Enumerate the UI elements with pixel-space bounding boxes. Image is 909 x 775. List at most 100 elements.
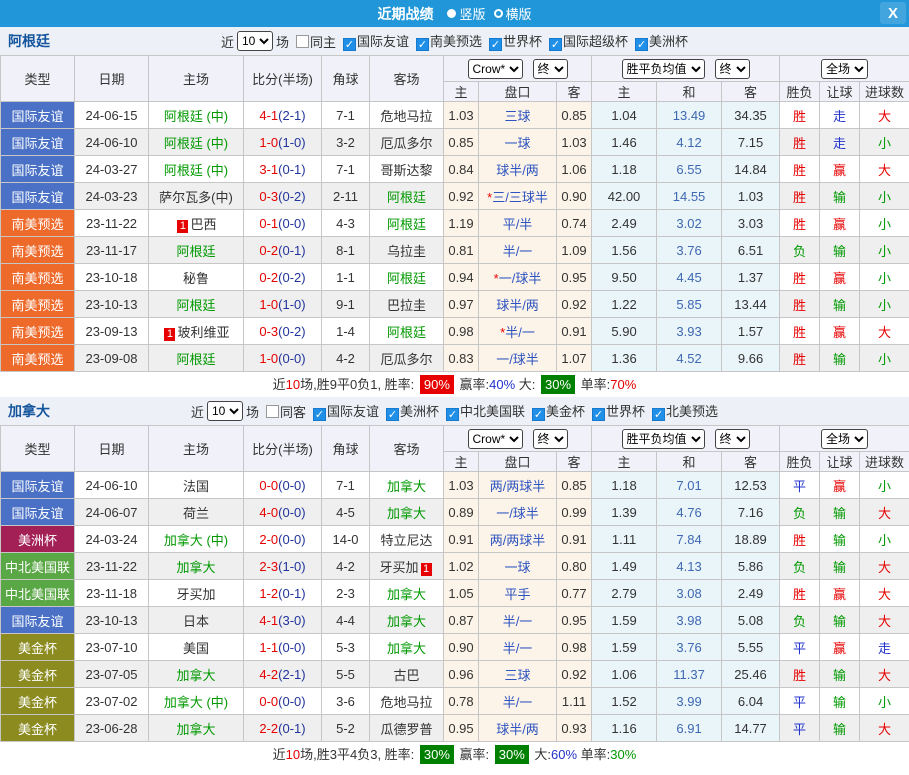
avg-select[interactable]: 胜平负均值 bbox=[622, 59, 705, 79]
league-checkbox-label[interactable]: 世界杯 bbox=[503, 34, 542, 49]
away-odds-cell: 0.95 bbox=[557, 607, 592, 634]
home-odds-cell: 0.83 bbox=[444, 345, 479, 372]
rank-badge: 1 bbox=[177, 220, 188, 233]
col-header-home: 主场 bbox=[149, 56, 244, 102]
recent-count-select[interactable]: 10 bbox=[207, 401, 243, 421]
league-checkbox[interactable]: ✓ bbox=[592, 408, 605, 421]
avg-away-cell: 1.57 bbox=[722, 318, 780, 345]
league-checkbox[interactable]: ✓ bbox=[489, 38, 502, 51]
avg-final-select[interactable]: 终 bbox=[715, 59, 750, 79]
avg-final-select[interactable]: 终 bbox=[715, 429, 750, 449]
league-checkbox[interactable]: ✓ bbox=[386, 408, 399, 421]
result-cell: 胜 bbox=[780, 129, 820, 156]
odds-final-select[interactable]: 终 bbox=[533, 59, 568, 79]
handicap-cell: 三球 bbox=[479, 661, 557, 688]
league-checkbox-label[interactable]: 国际超级杯 bbox=[563, 34, 628, 49]
avg-draw-cell: 4.12 bbox=[657, 129, 722, 156]
league-checkbox[interactable]: ✓ bbox=[652, 408, 665, 421]
date-cell: 24-03-23 bbox=[75, 183, 149, 210]
league-checkbox-label[interactable]: 美洲杯 bbox=[649, 34, 688, 49]
home-odds-cell: 0.85 bbox=[444, 129, 479, 156]
home-odds-cell: 0.94 bbox=[444, 264, 479, 291]
home-odds-cell: 0.98 bbox=[444, 318, 479, 345]
league-checkbox[interactable]: ✓ bbox=[416, 38, 429, 51]
col-header-away: 客场 bbox=[370, 426, 444, 472]
avg-away-cell: 1.37 bbox=[722, 264, 780, 291]
corner-cell: 7-1 bbox=[322, 156, 370, 183]
home-odds-cell: 1.03 bbox=[444, 102, 479, 129]
date-cell: 24-03-27 bbox=[75, 156, 149, 183]
goals-result-cell: 大 bbox=[860, 580, 909, 607]
home-team-cell: 牙买加 bbox=[149, 580, 244, 607]
away-odds-cell: 1.09 bbox=[557, 237, 592, 264]
avg-home-cell: 1.18 bbox=[592, 156, 657, 183]
same-venue-checkbox[interactable] bbox=[296, 35, 309, 48]
league-checkbox-label[interactable]: 中北美国联 bbox=[460, 404, 525, 419]
summary-segment: 场,胜9平0负1, 胜率: bbox=[300, 377, 418, 392]
league-checkbox-label[interactable]: 北美预选 bbox=[666, 404, 718, 419]
league-checkbox-label[interactable]: 南美预选 bbox=[430, 34, 482, 49]
recent-count-select[interactable]: 10 bbox=[237, 31, 273, 51]
horizontal-radio[interactable] bbox=[494, 9, 503, 18]
home-odds-cell: 0.91 bbox=[444, 526, 479, 553]
league-checkbox-label[interactable]: 世界杯 bbox=[606, 404, 645, 419]
same-venue-label[interactable]: 同客 bbox=[280, 402, 306, 421]
league-checkbox-label[interactable]: 国际友谊 bbox=[357, 34, 409, 49]
avg-select[interactable]: 胜平负均值 bbox=[622, 429, 705, 449]
table-row: 国际友谊23-10-13日本4-1(3-0)4-4加拿大0.87半/一0.951… bbox=[1, 607, 909, 634]
score-cell: 0-0(0-0) bbox=[244, 688, 322, 715]
home-odds-cell: 1.03 bbox=[444, 472, 479, 499]
league-checkbox-label[interactable]: 美金杯 bbox=[546, 404, 585, 419]
handicap-result-cell: 赢 bbox=[820, 580, 860, 607]
handicap-result-cell: 输 bbox=[820, 291, 860, 318]
vertical-radio-label[interactable]: 竖版 bbox=[459, 4, 485, 23]
league-checkbox[interactable]: ✓ bbox=[635, 38, 648, 51]
home-odds-cell: 0.90 bbox=[444, 634, 479, 661]
avg-draw-cell: 3.76 bbox=[657, 237, 722, 264]
handicap-cell: 一球 bbox=[479, 553, 557, 580]
odds-company-select[interactable]: Crow* bbox=[468, 59, 523, 79]
corner-cell: 4-3 bbox=[322, 210, 370, 237]
date-cell: 24-06-07 bbox=[75, 499, 149, 526]
horizontal-radio-label[interactable]: 横版 bbox=[506, 4, 532, 23]
away-team-cell: 阿根廷 bbox=[370, 210, 444, 237]
result-cell: 负 bbox=[780, 607, 820, 634]
odds-final-select[interactable]: 终 bbox=[533, 429, 568, 449]
page-title: 近期战绩 bbox=[377, 4, 433, 24]
league-checkbox[interactable]: ✓ bbox=[313, 408, 326, 421]
avg-home-cell: 1.06 bbox=[592, 661, 657, 688]
away-odds-cell: 0.80 bbox=[557, 553, 592, 580]
vertical-radio[interactable] bbox=[447, 9, 456, 18]
fullmatch-select[interactable]: 全场 bbox=[821, 429, 868, 449]
league-checkbox[interactable]: ✓ bbox=[549, 38, 562, 51]
league-checkbox-label[interactable]: 美洲杯 bbox=[400, 404, 439, 419]
corner-cell: 4-2 bbox=[322, 553, 370, 580]
section-canada: 加拿大 近 10 场 同客 ✓国际友谊✓美洲杯✓中北美国联✓美金杯✓世界杯✓北美… bbox=[0, 397, 909, 767]
league-checkbox[interactable]: ✓ bbox=[532, 408, 545, 421]
home-team-cell: 阿根廷 bbox=[149, 345, 244, 372]
result-cell: 胜 bbox=[780, 183, 820, 210]
league-checkbox-label[interactable]: 国际友谊 bbox=[327, 404, 379, 419]
goals-result-cell: 走 bbox=[860, 634, 909, 661]
home-odds-cell: 0.96 bbox=[444, 661, 479, 688]
corner-cell: 4-2 bbox=[322, 345, 370, 372]
section-filter-bar: 阿根廷 近 10 场 同主 ✓国际友谊✓南美预选✓世界杯✓国际超级杯✓美洲杯 bbox=[0, 27, 909, 55]
league-checkbox[interactable]: ✓ bbox=[343, 38, 356, 51]
same-venue-label[interactable]: 同主 bbox=[310, 32, 336, 51]
goals-result-cell: 小 bbox=[860, 345, 909, 372]
close-icon[interactable]: X bbox=[880, 2, 906, 24]
league-checkbox[interactable]: ✓ bbox=[446, 408, 459, 421]
same-venue-checkbox[interactable] bbox=[266, 405, 279, 418]
goals-result-cell: 小 bbox=[860, 688, 909, 715]
summary-bar: 近10场,胜3平4负3, 胜率: 30% 赢率: 30% 大:60% 单率:30… bbox=[0, 742, 909, 767]
titlebar: 近期战绩 竖版 横版 X bbox=[0, 0, 909, 27]
avg-draw-cell: 11.37 bbox=[657, 661, 722, 688]
col-header-corner: 角球 bbox=[322, 426, 370, 472]
summary-segment: 70% bbox=[610, 377, 636, 392]
odds-company-select[interactable]: Crow* bbox=[468, 429, 523, 449]
away-team-cell: 加拿大 bbox=[370, 472, 444, 499]
handicap-cell: 半/一 bbox=[479, 688, 557, 715]
fullmatch-select[interactable]: 全场 bbox=[821, 59, 868, 79]
table-row: 国际友谊24-03-23萨尔瓦多(中)0-3(0-2)2-11阿根廷0.92*三… bbox=[1, 183, 909, 210]
handicap-cell: 平/半 bbox=[479, 210, 557, 237]
